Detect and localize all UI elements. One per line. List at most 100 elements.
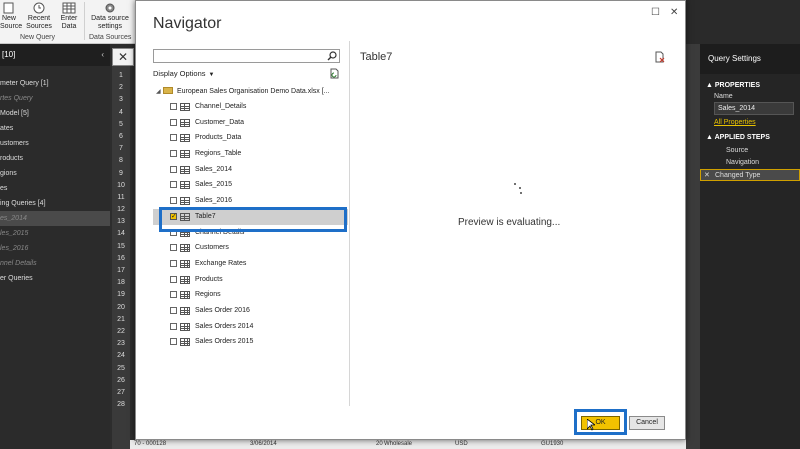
query-settings-title: Query Settings bbox=[700, 44, 800, 74]
highlight-frame-table7 bbox=[159, 207, 347, 232]
sheet-icon bbox=[180, 322, 190, 331]
navigator-item[interactable]: Sales Order 2016 bbox=[153, 303, 348, 319]
item-checkbox[interactable] bbox=[170, 118, 177, 126]
row-number: 8 bbox=[119, 157, 123, 165]
query-list-item[interactable]: les_2015 bbox=[0, 226, 110, 241]
cell-currency: USD bbox=[455, 441, 468, 447]
close-formula-button[interactable]: ✕ bbox=[112, 48, 134, 66]
queries-count: [10] bbox=[2, 50, 16, 59]
row-number: 5 bbox=[119, 120, 123, 128]
maximize-icon[interactable]: ☐ bbox=[651, 7, 660, 18]
navigator-item[interactable]: Products_Data bbox=[153, 130, 348, 146]
row-number: 26 bbox=[117, 376, 125, 384]
navigator-item[interactable]: Products bbox=[153, 272, 348, 288]
navigator-item[interactable]: Sales Orders 2015 bbox=[153, 334, 348, 350]
item-checkbox[interactable] bbox=[170, 306, 177, 314]
refresh-document-icon[interactable] bbox=[329, 68, 340, 79]
navigator-item[interactable]: Sales_2014 bbox=[153, 162, 348, 178]
item-checkbox[interactable] bbox=[170, 275, 177, 283]
row-number: 17 bbox=[117, 267, 125, 274]
query-list-item[interactable]: ates bbox=[0, 121, 110, 136]
ribbon-separator bbox=[84, 2, 85, 40]
applied-step[interactable]: ✕ Changed Type bbox=[700, 169, 800, 181]
query-list-item[interactable]: es bbox=[0, 181, 110, 196]
query-name-input[interactable]: Sales_2014 bbox=[714, 102, 794, 115]
enter-data-button[interactable]: Enter Data bbox=[58, 0, 80, 31]
query-list-item[interactable]: er Queries bbox=[0, 271, 110, 286]
table-icon bbox=[180, 134, 190, 143]
navigator-item[interactable]: Regions bbox=[153, 287, 348, 303]
navigator-item-label: Sales_2014 bbox=[195, 165, 232, 173]
item-checkbox[interactable] bbox=[170, 291, 177, 299]
close-icon[interactable]: ✕ bbox=[670, 7, 678, 18]
item-checkbox[interactable] bbox=[170, 181, 177, 189]
new-source-button[interactable]: New Source bbox=[0, 0, 22, 31]
row-number: 12 bbox=[117, 206, 125, 214]
query-list-item[interactable]: es_2014 bbox=[0, 211, 110, 226]
cancel-button[interactable]: Cancel bbox=[629, 416, 665, 430]
table-icon bbox=[180, 181, 190, 190]
all-properties-link[interactable]: All Properties bbox=[714, 119, 800, 126]
row-number: 23 bbox=[117, 340, 125, 348]
expand-triangle-icon[interactable]: ◢ bbox=[156, 85, 161, 99]
group-new-query: New Query bbox=[20, 34, 56, 41]
row-number: 24 bbox=[117, 352, 125, 360]
item-checkbox[interactable] bbox=[170, 197, 177, 205]
pane-divider[interactable] bbox=[349, 41, 350, 406]
query-list-item[interactable]: roducts bbox=[0, 151, 110, 166]
sheet-icon bbox=[180, 291, 190, 300]
row-number: 2 bbox=[119, 84, 123, 92]
navigator-item[interactable]: Sales Orders 2014 bbox=[153, 319, 348, 335]
collapse-chevron-icon[interactable]: ‹ bbox=[101, 44, 104, 66]
cell-channel: Wholesale bbox=[384, 441, 413, 447]
row-number-gutter: 1 2 3 4 5 6 7 8 9 10 11 12 13 14 15 16 17 18 19 20 21 22 23 24 2… bbox=[112, 66, 130, 449]
tree-root-file[interactable]: ◢ European Sales Organisation Demo Data.… bbox=[153, 85, 348, 99]
row-number: 14 bbox=[117, 230, 125, 238]
query-list-item[interactable]: les_2016 bbox=[0, 241, 110, 256]
row-number: 9 bbox=[119, 169, 123, 177]
item-checkbox[interactable] bbox=[170, 134, 177, 142]
query-list-item[interactable]: gions bbox=[0, 166, 110, 181]
table-icon bbox=[180, 165, 190, 174]
cell-date: 3/06/2014 bbox=[250, 441, 277, 447]
navigator-item-label: Products_Data bbox=[195, 134, 242, 142]
navigator-item[interactable]: Customer_Data bbox=[153, 115, 348, 131]
navigator-item[interactable]: Customers bbox=[153, 240, 348, 256]
item-checkbox[interactable] bbox=[170, 338, 177, 346]
applied-step[interactable]: Navigation bbox=[700, 157, 800, 169]
row-number: 28 bbox=[117, 401, 125, 409]
row-number: 13 bbox=[117, 218, 125, 226]
query-list-item[interactable]: Model [5] bbox=[0, 106, 110, 121]
display-options-dropdown[interactable]: Display Options ▼ bbox=[153, 69, 214, 78]
search-input[interactable] bbox=[153, 49, 340, 63]
applied-step[interactable]: Source bbox=[700, 145, 800, 157]
recent-sources-button[interactable]: Recent Sources bbox=[24, 0, 54, 31]
item-checkbox[interactable] bbox=[170, 322, 177, 330]
row-number: 7 bbox=[119, 145, 123, 153]
navigator-item[interactable]: Sales_2015 bbox=[153, 177, 348, 193]
navigator-item[interactable]: Channel_Details bbox=[153, 99, 348, 115]
item-checkbox[interactable] bbox=[170, 165, 177, 173]
preview-title: Table7 bbox=[360, 51, 393, 63]
navigator-item[interactable]: Exchange Rates bbox=[153, 256, 348, 272]
applied-step-label: Navigation bbox=[726, 159, 760, 166]
query-list-item[interactable]: meter Query [1] bbox=[0, 76, 110, 91]
query-list-item[interactable]: ustomers bbox=[0, 136, 110, 151]
new-source-icon bbox=[3, 2, 14, 14]
preview-options-icon[interactable] bbox=[654, 51, 666, 63]
query-list-item[interactable]: nnel Details bbox=[0, 256, 110, 271]
data-source-settings-button[interactable]: Data source settings bbox=[88, 0, 132, 31]
item-checkbox[interactable] bbox=[170, 103, 177, 110]
query-list-item[interactable]: rtes Query bbox=[0, 91, 110, 106]
navigator-item[interactable]: Regions_Table bbox=[153, 146, 348, 162]
query-settings-pane: Query Settings ▲ PROPERTIES Name Sales_2… bbox=[700, 44, 800, 449]
delete-step-icon[interactable]: ✕ bbox=[704, 170, 710, 182]
preview-status: Preview is evaluating... bbox=[458, 217, 561, 228]
query-list-item[interactable]: ing Queries [4] bbox=[0, 196, 110, 211]
search-icon[interactable] bbox=[327, 51, 337, 61]
item-checkbox[interactable] bbox=[170, 150, 177, 158]
recent-sources-label: Recent Sources bbox=[26, 15, 52, 30]
group-data-sources: Data Sources bbox=[89, 34, 132, 41]
item-checkbox[interactable] bbox=[170, 244, 177, 252]
item-checkbox[interactable] bbox=[170, 259, 177, 267]
